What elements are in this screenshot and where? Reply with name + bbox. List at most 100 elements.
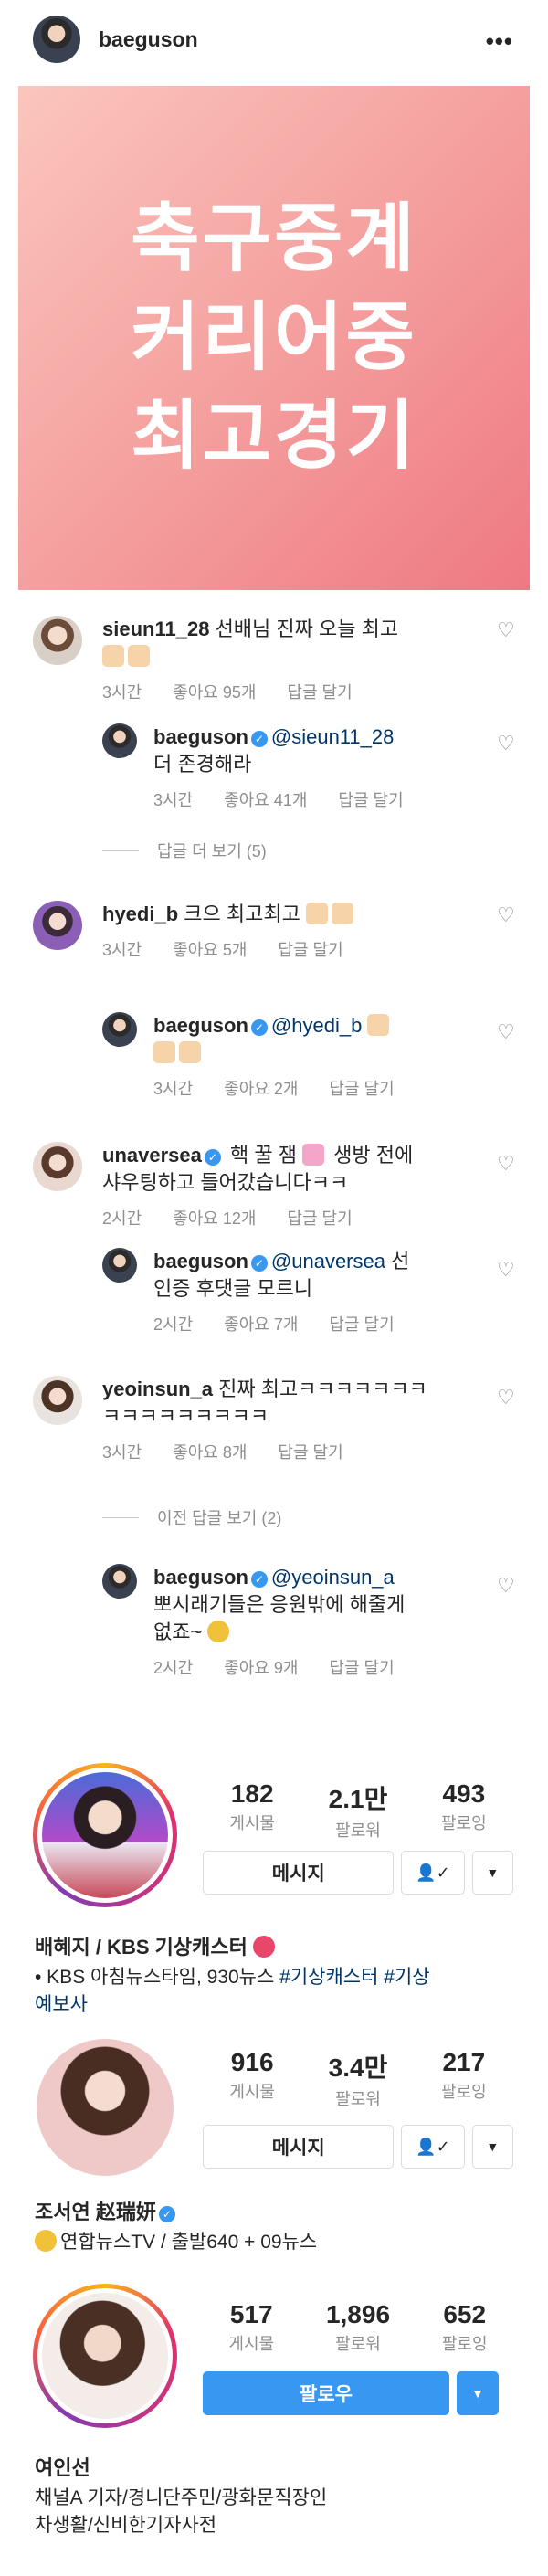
comment-mention[interactable]: @sieun11_28 — [271, 725, 394, 748]
reply-button[interactable]: 답글 달기 — [338, 791, 403, 809]
profile-avatar[interactable] — [33, 1763, 177, 1907]
comment-likes[interactable]: 좋아요 8개 — [173, 1443, 247, 1462]
heart-icon[interactable]: ♡ — [497, 1260, 515, 1280]
heart-icon[interactable]: ♡ — [497, 1388, 515, 1408]
profile-avatar[interactable] — [33, 2284, 177, 2428]
posts-stat[interactable]: 182 게시물 — [229, 1779, 275, 1842]
page: baeguson ••• 축구중계 커리어중 최고경기 sieun11_28 선… — [0, 0, 548, 2576]
commenter-avatar[interactable] — [33, 1376, 82, 1425]
comment-mention[interactable]: @yeoinsun_a — [271, 1566, 395, 1589]
author-username[interactable]: baeguson — [99, 27, 198, 52]
heart-icon[interactable]: ♡ — [497, 734, 515, 754]
comment-username[interactable]: sieun11_28 — [102, 618, 209, 640]
comment-username[interactable]: baeguson — [153, 1014, 248, 1037]
reply-button[interactable]: 답글 달기 — [329, 1080, 394, 1098]
commenter-avatar[interactable] — [33, 616, 82, 665]
comment-username[interactable]: hyedi_b — [102, 903, 178, 925]
comment-text: 더 존경해라 — [153, 753, 252, 776]
posts-stat[interactable]: 517 게시물 — [228, 2300, 274, 2355]
message-button[interactable]: 메시지 — [203, 1851, 395, 1895]
comment-body: hyedi_b 크으 최고최고 — [102, 901, 468, 928]
profile-name: 조서연 赵瑞妍 ✓ — [35, 2196, 179, 2225]
followers-stat[interactable]: 2.1만 팔로워 — [329, 1779, 388, 1842]
follow-button[interactable]: 팔로우 — [203, 2371, 449, 2415]
reply-button[interactable]: 답글 달기 — [287, 683, 352, 702]
comment-likes[interactable]: 좋아요 5개 — [173, 941, 247, 959]
comment-likes[interactable]: 좋아요 9개 — [224, 1659, 298, 1677]
post-header: baeguson ••• — [0, 0, 548, 79]
reply-button[interactable]: 답글 달기 — [329, 1659, 394, 1677]
hashtag-link[interactable]: 예보사 — [35, 1994, 88, 2015]
profile-bio-text: • KBS 아침뉴스타임, 930뉴스 — [35, 1967, 280, 1988]
verified-badge-icon: ✓ — [250, 1019, 268, 1036]
heart-icon[interactable]: ♡ — [497, 620, 515, 640]
heart-icon[interactable]: ♡ — [497, 905, 515, 925]
comment-likes[interactable]: 좋아요 12개 — [173, 1209, 256, 1228]
view-more-replies-label[interactable]: 답글 더 보기 (5) — [157, 839, 267, 862]
hashtag-link[interactable]: #기상 — [384, 1967, 429, 1988]
reply-button[interactable]: 답글 달기 — [287, 1209, 352, 1228]
comment-username[interactable]: baeguson — [153, 1250, 248, 1272]
comment-username[interactable]: unaversea — [102, 1144, 202, 1167]
heart-icon[interactable]: ♡ — [497, 1022, 515, 1042]
reply-button[interactable]: 답글 달기 — [278, 1443, 342, 1462]
following-user-check-icon[interactable]: 👤✓ — [401, 1851, 465, 1895]
followers-stat[interactable]: 3.4만 팔로워 — [329, 2048, 388, 2110]
reply-button[interactable]: 답글 달기 — [278, 941, 342, 959]
chevron-down-icon[interactable]: ▼ — [471, 2125, 513, 2169]
commenter-avatar[interactable] — [33, 1142, 82, 1191]
heart-icon[interactable]: ♡ — [497, 1154, 515, 1174]
comment-likes[interactable]: 좋아요 41개 — [224, 791, 307, 809]
comment-time: 2시간 — [102, 1209, 142, 1228]
comment-text: 핵 꿀 잼 — [229, 1144, 297, 1167]
view-more-replies[interactable]: 답글 더 보기 (5) — [102, 839, 267, 862]
comment-likes[interactable]: 좋아요 7개 — [224, 1315, 298, 1334]
profile-actions: 팔로우 ▼ — [203, 2371, 513, 2415]
author-avatar[interactable] — [33, 16, 80, 63]
comment-mention[interactable]: @unaversea — [271, 1250, 385, 1272]
heart-icon[interactable]: ♡ — [497, 1576, 515, 1596]
view-previous-replies[interactable]: 이전 답글 보기 (2) — [102, 1505, 281, 1529]
reply-button[interactable]: 답글 달기 — [329, 1315, 394, 1334]
comment-body: baeguson ✓ @yeoinsun_a 뽀시래기들은 응원밖에 해줄게 없죠~ — [153, 1564, 482, 1646]
profile-bio: 연합뉴스TV / 출발640 + 09뉴스 — [35, 2229, 519, 2256]
following-user-check-icon[interactable]: 👤✓ — [401, 2125, 465, 2169]
commenter-avatar[interactable] — [102, 1248, 137, 1283]
comment-text: ㅋㅋㅋㅋㅋㅋㅋㅋㅋ — [102, 1405, 269, 1428]
more-horizontal-icon[interactable]: ••• — [486, 27, 513, 56]
comment-username[interactable]: baeguson — [153, 1566, 248, 1589]
comment-text: 인증 후댓글 모르니 — [153, 1277, 313, 1300]
followers-stat[interactable]: 1,896 팔로워 — [326, 2300, 390, 2355]
comment-mention[interactable]: @hyedi_b — [271, 1014, 362, 1037]
comment-likes[interactable]: 좋아요 2개 — [224, 1080, 298, 1098]
view-previous-replies-label[interactable]: 이전 답글 보기 (2) — [157, 1505, 281, 1529]
following-stat[interactable]: 652 팔로잉 — [442, 2300, 488, 2355]
comment-body: yeoinsun_a 진짜 최고ㅋㅋㅋㅋㅋㅋㅋ ㅋㅋㅋㅋㅋㅋㅋㅋㅋ — [102, 1376, 468, 1431]
comment-meta: 2시간 좋아요 12개 답글 달기 — [102, 1206, 384, 1230]
comment-text: 뽀시래기들은 응원밖에 해줄게 — [153, 1593, 406, 1616]
commenter-avatar[interactable] — [102, 723, 137, 758]
commenter-avatar[interactable] — [102, 1564, 137, 1599]
comment-body: baeguson ✓ @unaversea 선 인증 후댓글 모르니 — [153, 1248, 482, 1303]
verified-badge-icon: ✓ — [250, 731, 268, 747]
profile-actions: 메시지 👤✓ ▼ — [203, 2125, 513, 2169]
chevron-down-icon[interactable]: ▼ — [457, 2371, 499, 2415]
fairy-emoji-icon — [302, 1144, 325, 1166]
comment-username[interactable]: baeguson — [153, 725, 248, 748]
commenter-avatar[interactable] — [102, 1012, 137, 1047]
comment-meta: 3시간 좋아요 95개 답글 달기 — [102, 680, 384, 703]
profile-avatar[interactable] — [37, 2039, 174, 2176]
comments-section: sieun11_28 선배님 진짜 오늘 최고 3시간 좋아요 95개 답글 달기 … — [0, 590, 548, 1746]
commenter-avatar[interactable] — [33, 901, 82, 950]
comment-body: unaversea ✓ 핵 꿀 잼 생방 전에 샤우팅하고 들어갔습니다ㅋㅋ — [102, 1142, 486, 1197]
comment-time: 2시간 — [153, 1315, 194, 1334]
comment-username[interactable]: yeoinsun_a — [102, 1378, 213, 1400]
comment-likes[interactable]: 좋아요 95개 — [173, 683, 256, 702]
comment-text: 선배님 진짜 오늘 최고 — [215, 618, 399, 640]
message-button[interactable]: 메시지 — [203, 2125, 395, 2169]
hashtag-link[interactable]: #기상캐스터 — [279, 1967, 378, 1988]
chevron-down-icon[interactable]: ▼ — [471, 1851, 513, 1895]
following-stat[interactable]: 493 팔로잉 — [441, 1779, 487, 1842]
posts-stat[interactable]: 916 게시물 — [229, 2048, 275, 2110]
following-stat[interactable]: 217 팔로잉 — [441, 2048, 487, 2110]
